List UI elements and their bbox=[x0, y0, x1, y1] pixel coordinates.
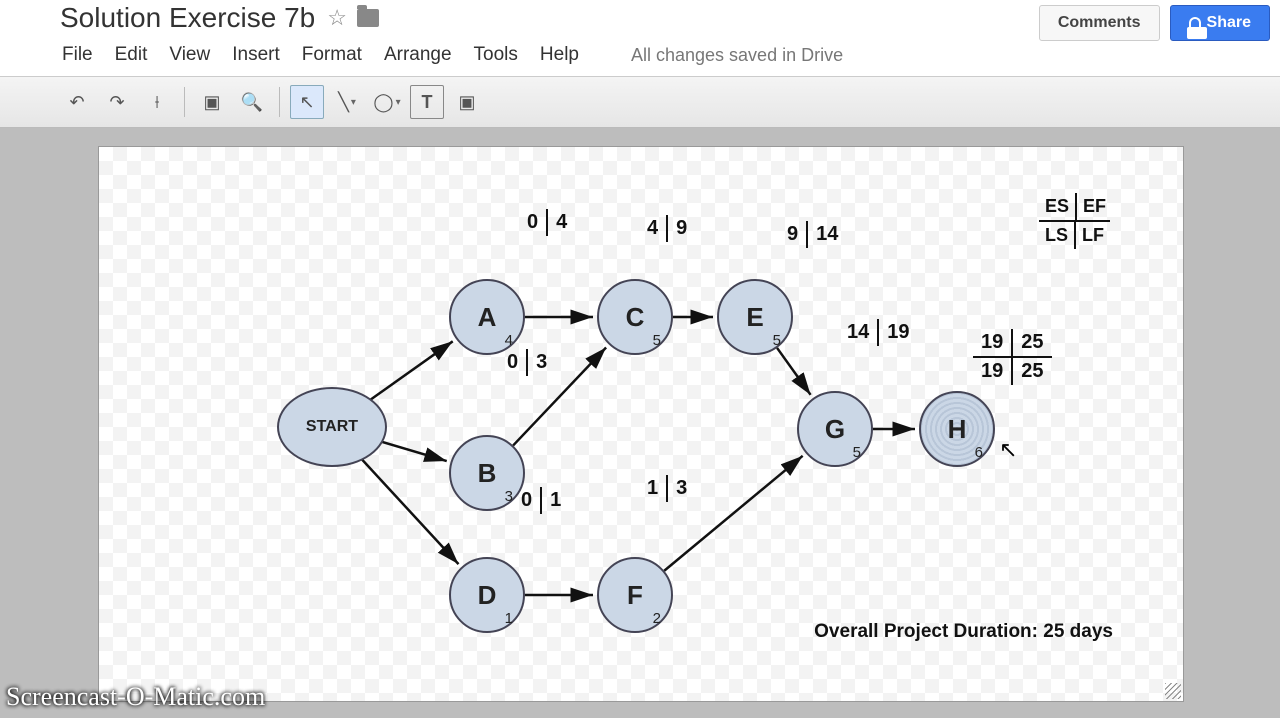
node-duration: 3 bbox=[505, 488, 513, 505]
timebox-D[interactable]: 01 bbox=[513, 487, 569, 514]
menu-help[interactable]: Help bbox=[540, 44, 579, 66]
timebox-G[interactable]: 1419 bbox=[839, 319, 918, 346]
toolbar: ↶ ↷ ⟊ ▣ 🔍 ↖ ╲ ◯ T ▣ bbox=[0, 76, 1280, 128]
zoom-fit-icon[interactable]: ▣ bbox=[195, 85, 229, 119]
title-bar: Solution Exercise 7b ☆ Comments Share bbox=[0, 0, 1280, 36]
menu-tools[interactable]: Tools bbox=[474, 44, 518, 66]
node-label: H bbox=[948, 414, 967, 445]
node-label: F bbox=[627, 580, 643, 611]
node-label: D bbox=[478, 580, 497, 611]
share-button[interactable]: Share bbox=[1170, 5, 1270, 41]
menu-view[interactable]: View bbox=[169, 44, 210, 66]
node-label: START bbox=[306, 418, 358, 436]
undo-icon[interactable]: ↶ bbox=[60, 85, 94, 119]
lock-icon bbox=[1189, 17, 1201, 29]
separator bbox=[184, 87, 185, 117]
edge-F-G[interactable] bbox=[664, 456, 802, 571]
edge-start-D[interactable] bbox=[359, 456, 458, 564]
timebox-A[interactable]: 04 bbox=[519, 209, 575, 236]
node-F[interactable]: F2 bbox=[597, 557, 673, 633]
node-label: G bbox=[825, 414, 845, 445]
menu-arrange[interactable]: Arrange bbox=[384, 44, 452, 66]
shape-tool-icon[interactable]: ◯ bbox=[370, 85, 404, 119]
comments-button[interactable]: Comments bbox=[1039, 5, 1160, 41]
share-label: Share bbox=[1207, 14, 1251, 32]
node-duration: 4 bbox=[505, 332, 513, 349]
work-area: ESEF LSLF Overall Project Duration: 25 d… bbox=[0, 128, 1280, 718]
edge-start-A[interactable] bbox=[365, 341, 453, 404]
edge-E-G[interactable] bbox=[777, 348, 811, 395]
menu-insert[interactable]: Insert bbox=[232, 44, 280, 66]
document-title[interactable]: Solution Exercise 7b bbox=[60, 2, 315, 34]
timebox-F[interactable]: 13 bbox=[639, 475, 695, 502]
menu-format[interactable]: Format bbox=[302, 44, 362, 66]
canvas[interactable]: ESEF LSLF Overall Project Duration: 25 d… bbox=[98, 146, 1184, 702]
node-A[interactable]: A4 bbox=[449, 279, 525, 355]
line-tool-icon[interactable]: ╲ bbox=[330, 85, 364, 119]
node-label: B bbox=[478, 458, 497, 489]
node-duration: 5 bbox=[653, 332, 661, 349]
node-E[interactable]: E5 bbox=[717, 279, 793, 355]
cursor-icon: ↖ bbox=[999, 437, 1017, 463]
timebox-E[interactable]: 914 bbox=[779, 221, 846, 248]
timebox-C[interactable]: 49 bbox=[639, 215, 695, 242]
menu-edit[interactable]: Edit bbox=[115, 44, 148, 66]
node-duration: 5 bbox=[773, 332, 781, 349]
node-duration: 2 bbox=[653, 610, 661, 627]
node-D[interactable]: D1 bbox=[449, 557, 525, 633]
select-tool-icon[interactable]: ↖ bbox=[290, 85, 324, 119]
folder-icon[interactable] bbox=[357, 9, 379, 27]
node-H[interactable]: H6 bbox=[919, 391, 995, 467]
node-G[interactable]: G5 bbox=[797, 391, 873, 467]
text-tool-icon[interactable]: T bbox=[410, 85, 444, 119]
format-painter-icon[interactable]: ⟊ bbox=[140, 85, 174, 119]
menu-bar: File Edit View Insert Format Arrange Too… bbox=[0, 36, 1280, 76]
watermark: Screencast-O-Matic.com bbox=[6, 682, 265, 712]
node-label: C bbox=[626, 302, 645, 333]
timebox-B[interactable]: 03 bbox=[499, 349, 555, 376]
node-label: E bbox=[746, 302, 763, 333]
timebox-H[interactable]: 19251925 bbox=[973, 329, 1052, 385]
redo-icon[interactable]: ↷ bbox=[100, 85, 134, 119]
separator bbox=[279, 87, 280, 117]
node-duration: 6 bbox=[975, 444, 983, 461]
image-tool-icon[interactable]: ▣ bbox=[450, 85, 484, 119]
legend-box: ESEF LSLF bbox=[1039, 193, 1112, 249]
node-label: A bbox=[478, 302, 497, 333]
node-duration: 5 bbox=[853, 444, 861, 461]
node-start[interactable]: START bbox=[277, 387, 387, 467]
zoom-icon[interactable]: 🔍 bbox=[235, 85, 269, 119]
overall-duration-text: Overall Project Duration: 25 days bbox=[814, 621, 1113, 643]
star-icon[interactable]: ☆ bbox=[327, 5, 347, 31]
resize-grip-icon[interactable] bbox=[1165, 683, 1181, 699]
menu-file[interactable]: File bbox=[62, 44, 93, 66]
node-C[interactable]: C5 bbox=[597, 279, 673, 355]
save-status: All changes saved in Drive bbox=[631, 45, 843, 66]
node-duration: 1 bbox=[505, 610, 513, 627]
